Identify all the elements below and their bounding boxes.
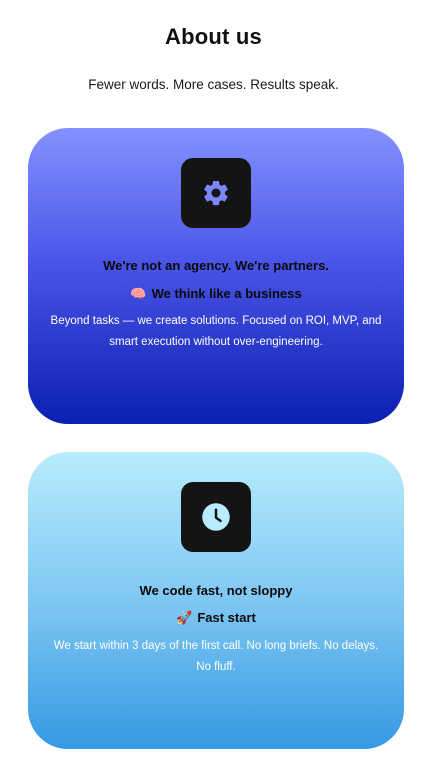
gear-icon [204,180,228,206]
rocket-emoji-icon: 🚀 [176,611,193,626]
page-subtitle: Fewer words. More cases. Results speak. [88,77,339,92]
about-page: About us Fewer words. More cases. Result… [0,0,427,761]
card-body-text: We start within 3 days of the first call… [53,640,379,673]
gear-icon-box [181,158,251,228]
clock-icon [202,503,230,531]
card-sub-heading-text: We think like a business [151,286,302,301]
card-sub-heading: 🚀 Fast start [28,610,404,626]
feature-card-fast: We code fast, not sloppy 🚀 Fast start We … [28,452,404,749]
page-title: About us [165,24,262,49]
card-heading: We code fast, not sloppy [139,583,293,598]
card-body-text: Beyond tasks — we create solutions. Focu… [50,315,382,348]
card-heading: We're not an agency. We're partners. [103,258,329,273]
clock-icon-box [181,482,251,552]
card-sub-heading: 🧠 We think like a business [28,286,404,302]
card-sub-heading-text: Fast start [197,610,256,625]
brain-emoji-icon: 🧠 [130,287,147,302]
feature-card-partners: We're not an agency. We're partners. 🧠 We… [28,128,404,424]
